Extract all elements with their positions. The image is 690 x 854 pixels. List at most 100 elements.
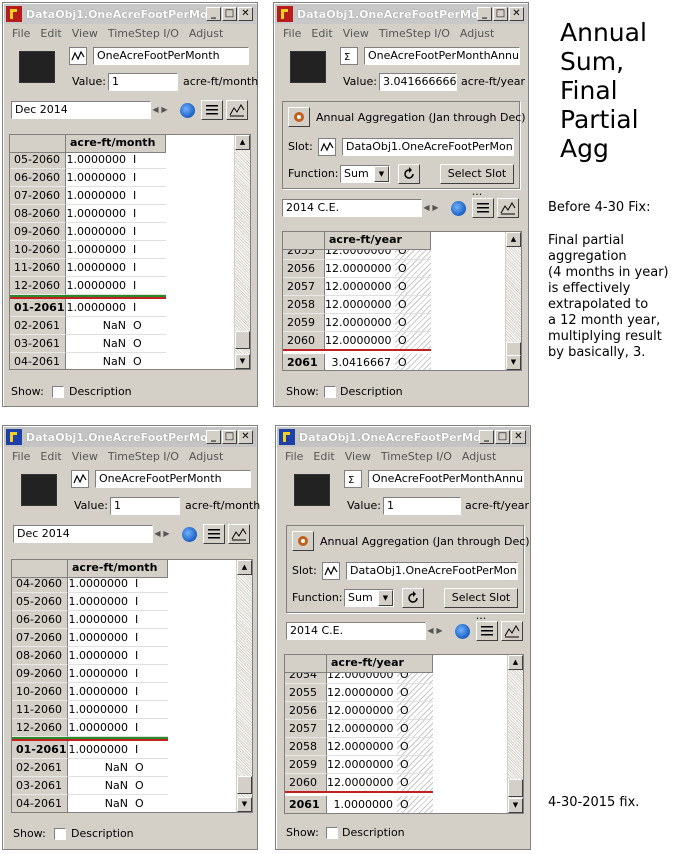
column-header[interactable]: acre-ft/year xyxy=(327,655,433,673)
scroll-up-button[interactable]: ▲ xyxy=(235,135,250,150)
menu-edit[interactable]: Edit xyxy=(308,449,339,465)
date-field[interactable]: 2014 C.E. xyxy=(282,199,422,217)
minimize-button[interactable]: _ xyxy=(206,430,221,444)
plot-button[interactable] xyxy=(501,621,523,641)
row-value[interactable]: 1.0000000 xyxy=(68,665,132,683)
date-field[interactable]: Dec 2014 xyxy=(11,101,151,119)
menu-file[interactable]: File xyxy=(278,26,306,42)
select-slot-button[interactable]: Select Slot ... xyxy=(444,588,518,622)
scroll-thumb[interactable] xyxy=(506,342,521,356)
menu-view[interactable]: View xyxy=(67,449,103,465)
date-spinner[interactable]: ◀ ▶ xyxy=(151,102,171,120)
date-spinner[interactable]: ◀ ▶ xyxy=(422,200,442,218)
menu-view[interactable]: View xyxy=(338,26,374,42)
minimize-button[interactable]: _ xyxy=(206,7,221,21)
row-value[interactable]: NaN xyxy=(66,353,130,369)
scroll-thumb[interactable] xyxy=(237,776,252,794)
scroll-up-button[interactable]: ▲ xyxy=(506,232,521,247)
row-value[interactable]: NaN xyxy=(68,795,132,812)
list-view-button[interactable] xyxy=(203,524,225,544)
menu-view[interactable]: View xyxy=(340,449,376,465)
scroll-thumb[interactable] xyxy=(235,331,250,349)
row-value[interactable]: 1.0000000 xyxy=(66,151,130,169)
row-value[interactable]: 1.0000000 xyxy=(66,223,130,241)
select-slot-button[interactable]: Select Slot ... xyxy=(440,164,514,198)
row-value[interactable]: 1.0000000 xyxy=(68,611,132,629)
globe-icon[interactable] xyxy=(180,103,195,118)
row-value[interactable]: NaN xyxy=(68,759,132,777)
row-value[interactable]: 12.0000000 xyxy=(327,720,397,738)
list-view-button[interactable] xyxy=(476,621,498,641)
value-field[interactable]: 1 xyxy=(108,73,178,91)
row-value[interactable]: 1.0000000 xyxy=(66,187,130,205)
column-header[interactable]: acre-ft/month xyxy=(68,560,168,578)
scroll-down-button[interactable]: ▼ xyxy=(235,354,250,369)
minimize-button[interactable]: _ xyxy=(479,430,494,444)
slot-name-field[interactable]: OneAcreFootPerMonthAnnual xyxy=(364,47,520,65)
scroll-down-button[interactable]: ▼ xyxy=(237,797,252,812)
menu-timestep-io[interactable]: TimeStep I/O xyxy=(103,26,184,42)
menu-file[interactable]: File xyxy=(7,449,35,465)
date-field[interactable]: 2014 C.E. xyxy=(286,622,426,640)
maximize-button[interactable]: □ xyxy=(493,7,508,21)
row-value[interactable]: 1.0000000 xyxy=(66,241,130,259)
vertical-scrollbar[interactable]: ▲ ▼ xyxy=(234,135,250,369)
value-field[interactable]: 1 xyxy=(110,497,180,515)
row-value[interactable]: 1.0000000 xyxy=(66,259,130,277)
description-checkbox[interactable] xyxy=(326,827,338,839)
row-value[interactable]: 12.0000000 xyxy=(325,278,395,296)
date-field[interactable]: Dec 2014 xyxy=(13,525,153,543)
menu-adjust[interactable]: Adjust xyxy=(457,449,501,465)
row-value[interactable]: 12.0000000 xyxy=(325,314,395,332)
menu-adjust[interactable]: Adjust xyxy=(184,449,228,465)
menu-timestep-io[interactable]: TimeStep I/O xyxy=(376,449,457,465)
close-button[interactable]: ✕ xyxy=(511,430,526,444)
row-value[interactable]: NaN xyxy=(66,335,130,353)
description-checkbox[interactable] xyxy=(52,386,64,398)
row-value[interactable]: 1.0000000 xyxy=(66,169,130,187)
row-value[interactable]: 1.0000000 xyxy=(68,629,132,647)
source-slot-field[interactable]: DataObj1.OneAcreFootPerMonth xyxy=(346,562,518,580)
plot-button[interactable] xyxy=(497,198,519,218)
column-header[interactable]: acre-ft/year xyxy=(325,232,431,250)
row-value[interactable]: 12.0000000 xyxy=(327,756,397,774)
menu-timestep-io[interactable]: TimeStep I/O xyxy=(374,26,455,42)
list-view-button[interactable] xyxy=(201,100,223,120)
list-view-button[interactable] xyxy=(472,198,494,218)
scroll-up-button[interactable]: ▲ xyxy=(508,655,523,670)
description-checkbox[interactable] xyxy=(324,386,336,398)
menu-view[interactable]: View xyxy=(67,26,103,42)
menu-adjust[interactable]: Adjust xyxy=(184,26,228,42)
maximize-button[interactable]: □ xyxy=(495,430,510,444)
data-table[interactable]: acre-ft/month 04-2060 1.0000000 I 05-2060 1.… xyxy=(11,559,253,813)
menu-edit[interactable]: Edit xyxy=(306,26,337,42)
scroll-down-button[interactable]: ▼ xyxy=(506,355,521,370)
vertical-scrollbar[interactable]: ▲ ▼ xyxy=(505,232,521,370)
slot-name-field[interactable]: OneAcreFootPerMonth xyxy=(95,470,251,488)
row-value[interactable]: 1.0000000 xyxy=(68,593,132,611)
plot-button[interactable] xyxy=(226,100,248,120)
minimize-button[interactable]: _ xyxy=(477,7,492,21)
row-value[interactable]: 12.0000000 xyxy=(327,774,397,792)
menu-file[interactable]: File xyxy=(7,26,35,42)
maximize-button[interactable]: □ xyxy=(222,430,237,444)
close-button[interactable]: ✕ xyxy=(238,7,253,21)
menu-timestep-io[interactable]: TimeStep I/O xyxy=(103,449,184,465)
row-value[interactable]: NaN xyxy=(68,777,132,795)
column-header[interactable]: acre-ft/month xyxy=(66,135,166,153)
row-value[interactable]: 1.0000000 xyxy=(66,277,130,295)
refresh-button[interactable] xyxy=(398,164,420,184)
date-spinner[interactable]: ◀ ▶ xyxy=(426,623,446,641)
vertical-scrollbar[interactable]: ▲ ▼ xyxy=(236,560,252,812)
row-value[interactable]: NaN xyxy=(66,317,130,335)
row-value[interactable]: 12.0000000 xyxy=(325,296,395,314)
row-value[interactable]: 1.0000000 xyxy=(68,683,132,701)
row-value[interactable]: 12.0000000 xyxy=(327,738,397,756)
data-table[interactable]: acre-ft/year 2055 12.0000000 O 2056 12.00000… xyxy=(282,231,522,371)
menu-edit[interactable]: Edit xyxy=(35,26,66,42)
close-button[interactable]: ✕ xyxy=(238,430,253,444)
plot-button[interactable] xyxy=(228,524,250,544)
globe-icon[interactable] xyxy=(455,624,470,639)
refresh-button[interactable] xyxy=(402,588,424,608)
slot-name-field[interactable]: OneAcreFootPerMonth xyxy=(93,47,249,65)
